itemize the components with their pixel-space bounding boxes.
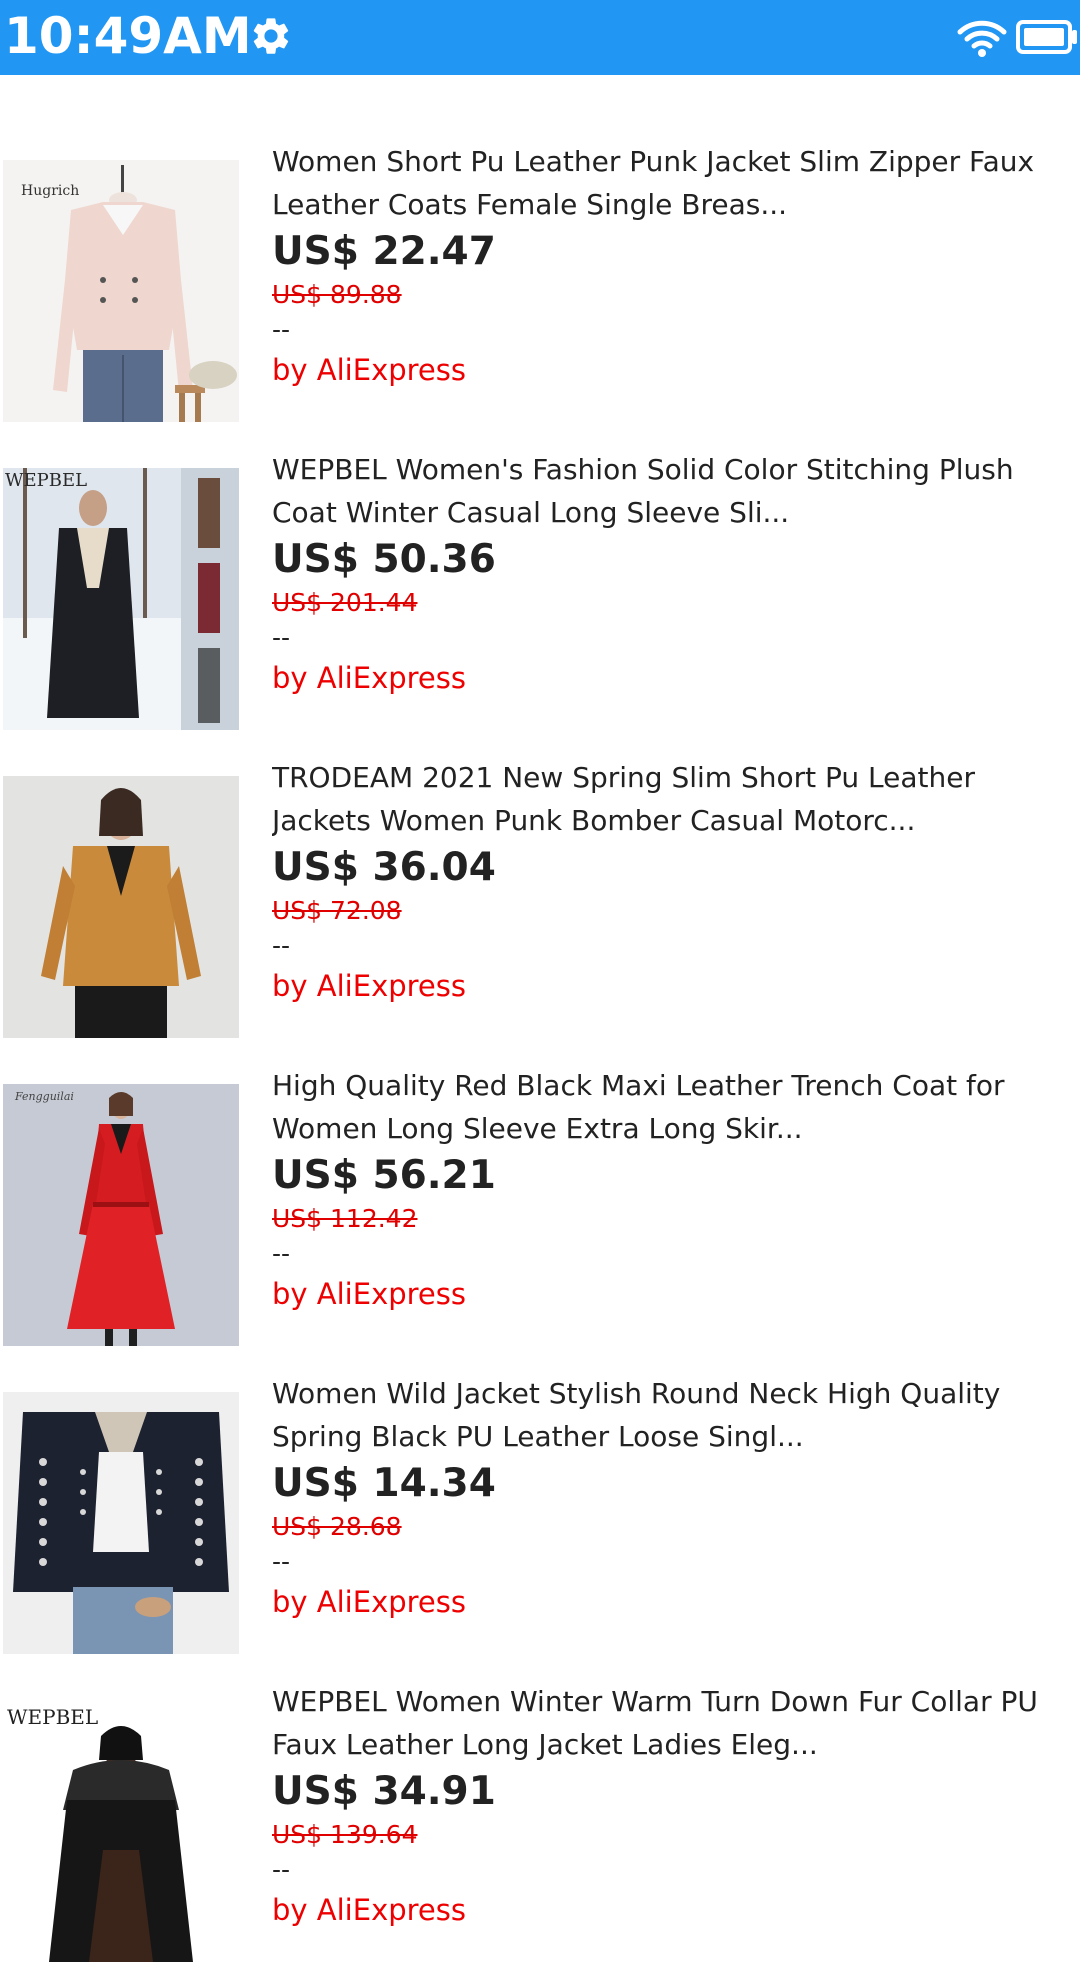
battery-icon <box>1016 20 1077 54</box>
product-title[interactable]: WEPBEL Women Winter Warm Turn Down Fur C… <box>272 1680 1072 1766</box>
product-title[interactable]: Women Short Pu Leather Punk Jacket Slim … <box>272 140 1072 226</box>
product-rating: -- <box>272 931 291 960</box>
product-rating: -- <box>272 1855 291 1884</box>
product-price: US$ 50.36 <box>272 537 496 582</box>
list-item[interactable]: WEPBEL WEPBEL Women Winter Warm Turn Dow… <box>0 1615 1080 1962</box>
product-info: Women Short Pu Leather Punk Jacket Slim … <box>272 140 1072 392</box>
list-item[interactable]: Women Wild Jacket Stylish Round Neck Hig… <box>0 1307 1080 1654</box>
list-item[interactable]: TRODEAM 2021 New Spring Slim Short Pu Le… <box>0 691 1080 1038</box>
image-brand-text: WEPBEL <box>5 470 87 491</box>
product-info: WEPBEL Women's Fashion Solid Color Stitc… <box>272 448 1072 700</box>
product-original-price: US$ 139.64 <box>272 1820 418 1849</box>
product-seller[interactable]: by AliExpress <box>272 1888 1072 1932</box>
product-original-price: US$ 112.42 <box>272 1204 418 1233</box>
product-rating: -- <box>272 1547 291 1576</box>
product-price: US$ 56.21 <box>272 1153 496 1198</box>
product-rating: -- <box>272 315 291 344</box>
product-info: Women Wild Jacket Stylish Round Neck Hig… <box>272 1372 1072 1624</box>
product-price: US$ 36.04 <box>272 845 496 890</box>
image-brand-text: Fengguilai <box>14 1090 74 1103</box>
list-item[interactable]: Fengguilai High Quality Red Black Maxi L… <box>0 999 1080 1346</box>
product-price: US$ 34.91 <box>272 1769 496 1814</box>
status-bar: 10:49AM <box>0 0 1080 75</box>
product-original-price: US$ 72.08 <box>272 896 402 925</box>
product-info: TRODEAM 2021 New Spring Slim Short Pu Le… <box>272 756 1072 1008</box>
image-brand-text: WEPBEL <box>7 1705 98 1729</box>
product-rating: -- <box>272 1239 291 1268</box>
product-image[interactable]: WEPBEL <box>3 1700 239 1962</box>
product-title[interactable]: TRODEAM 2021 New Spring Slim Short Pu Le… <box>272 756 1072 842</box>
list-item[interactable]: Hugrich Women Short Pu Leather Punk Jack… <box>0 75 1080 422</box>
product-original-price: US$ 28.68 <box>272 1512 402 1541</box>
product-original-price: US$ 201.44 <box>272 588 418 617</box>
product-title[interactable]: Women Wild Jacket Stylish Round Neck Hig… <box>272 1372 1072 1458</box>
status-time: 10:49AM <box>4 7 252 65</box>
image-brand-text: Hugrich <box>21 183 79 199</box>
product-title[interactable]: High Quality Red Black Maxi Leather Tren… <box>272 1064 1072 1150</box>
product-price: US$ 14.34 <box>272 1461 496 1506</box>
product-price: US$ 22.47 <box>272 229 496 274</box>
gear-icon <box>253 18 289 54</box>
product-original-price: US$ 89.88 <box>272 280 402 309</box>
product-info: High Quality Red Black Maxi Leather Tren… <box>272 1064 1072 1316</box>
list-item[interactable]: WEPBEL WEPBEL Women's Fashion Solid Colo… <box>0 383 1080 730</box>
product-rating: -- <box>272 623 291 652</box>
product-info: WEPBEL Women Winter Warm Turn Down Fur C… <box>272 1680 1072 1932</box>
wifi-icon <box>957 20 1007 57</box>
product-title[interactable]: WEPBEL Women's Fashion Solid Color Stitc… <box>272 448 1072 534</box>
